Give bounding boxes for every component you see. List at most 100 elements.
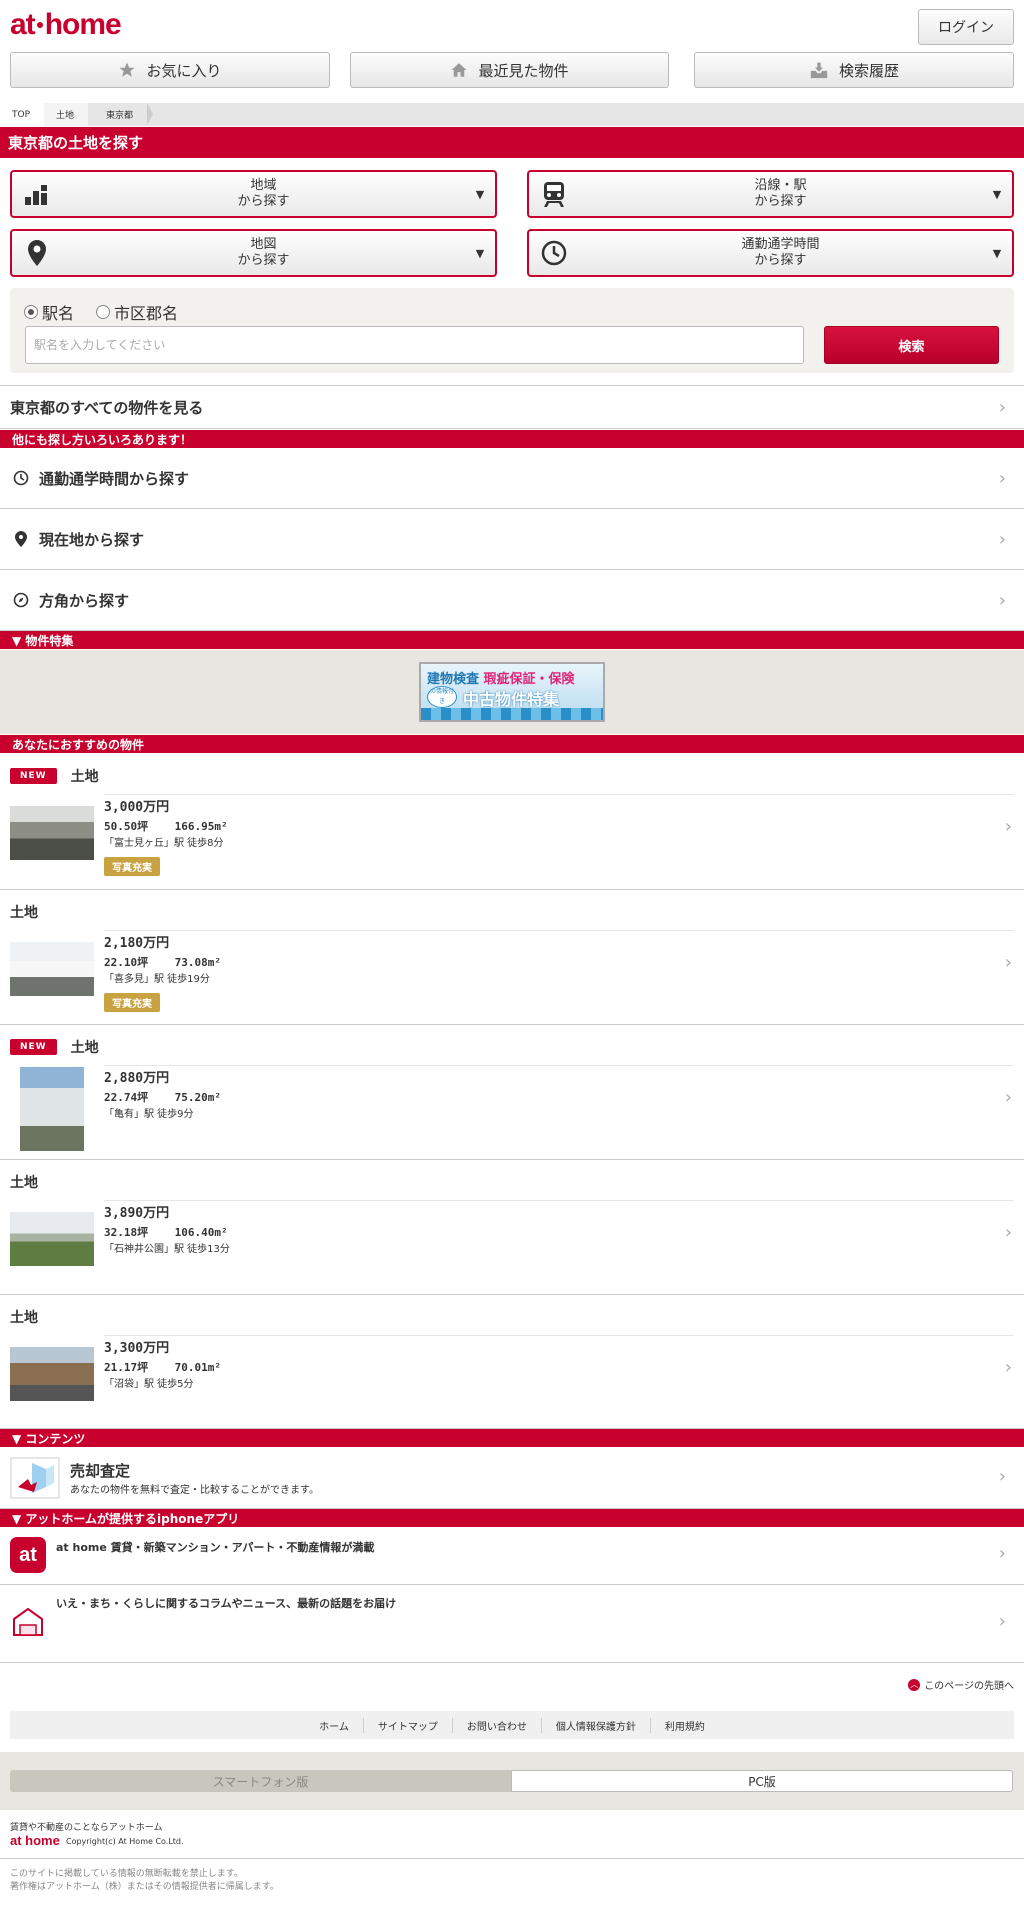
region-bars-icon <box>25 185 47 205</box>
radio-city[interactable]: 市区郡名 <box>96 300 178 324</box>
recent-label: 最近見た物件 <box>478 61 569 80</box>
other-way-direction[interactable]: 方角から探す › <box>0 570 1024 631</box>
sell-assessment-title: 売却査定 <box>70 1462 131 1480</box>
property-card[interactable]: NEW 土地 2,880万円 22.74坪 75.20m² 「亀有」駅 徒歩9分… <box>0 1025 1024 1160</box>
property-area: 21.17坪 70.01m² <box>104 1361 221 1374</box>
footer-link-privacy[interactable]: 個人情報保護方針 <box>540 1717 650 1733</box>
property-area: 22.74坪 75.20m² <box>104 1091 221 1104</box>
feature-title: ▼ 物件特集 <box>0 631 1024 649</box>
back-to-top-link[interactable]: ︿ このページの先頭へ <box>908 1677 1014 1692</box>
property-station: 「喜多見」駅 徒歩19分 <box>104 974 210 985</box>
station-search-input[interactable] <box>25 326 804 364</box>
search-submit-button[interactable]: 検索 <box>824 326 999 364</box>
other-way-commute[interactable]: 通勤通学時間から探す › <box>0 448 1024 509</box>
property-head: NEW 土地 <box>10 1037 99 1057</box>
radio-station[interactable]: 駅名 <box>24 300 74 324</box>
footer-link-sitemap[interactable]: サイトマップ <box>362 1717 452 1733</box>
breadcrumb-tokyo: 東京都 <box>88 103 154 126</box>
map-pin-icon <box>28 240 46 266</box>
property-card[interactable]: 土地 3,300万円 21.17坪 70.01m² 「沼袋」駅 徒歩5分 › <box>0 1295 1024 1429</box>
app-column-link[interactable]: いえ・まち・くらしに関するコラムやニュース、最新の話題をお届け › <box>0 1585 1024 1663</box>
property-price: 3,300万円 <box>104 1341 170 1356</box>
favorites-label: お気に入り <box>146 61 222 80</box>
radio-circle[interactable] <box>96 305 110 319</box>
property-info: 3,300万円 21.17坪 70.01m² 「沼袋」駅 徒歩5分 <box>104 1339 221 1393</box>
footer-link-terms[interactable]: 利用規約 <box>649 1717 719 1733</box>
region-label-1: 地域 <box>250 178 277 193</box>
star-icon <box>119 62 135 77</box>
history-button[interactable]: 検索履歴 <box>694 52 1014 88</box>
chevron-right-icon: › <box>998 1466 1006 1487</box>
compass-icon <box>13 592 29 608</box>
other-way-location[interactable]: 現在地から探す › <box>0 509 1024 570</box>
sell-assessment-link[interactable]: 売却査定 あなたの物件を無料で査定・比較することができます。 › <box>0 1448 1024 1509</box>
property-head: 土地 <box>10 1172 38 1192</box>
login-button[interactable]: ログイン <box>918 9 1014 45</box>
chevron-right-icon: › <box>1004 1222 1012 1243</box>
banner-houses-graphic <box>421 708 603 720</box>
footer-links: ホーム サイトマップ お問い合わせ 個人情報保護方針 利用規約 <box>10 1711 1014 1739</box>
clock-icon <box>541 240 567 266</box>
footer-tagline: 賃貸や不動産のことならアットホーム <box>10 1823 163 1833</box>
breadcrumb: TOP 土地 東京都 <box>0 103 1024 126</box>
recent-button[interactable]: 最近見た物件 <box>350 52 669 88</box>
radio-circle-checked[interactable] <box>24 305 38 319</box>
other-way-direction-label: 方角から探す <box>39 591 130 610</box>
banner-title-a: 建物検査 <box>427 672 480 687</box>
favorites-button[interactable]: お気に入り <box>10 52 330 88</box>
property-type: 土地 <box>10 1175 38 1191</box>
property-type: 土地 <box>70 769 99 785</box>
property-area: 22.10坪 73.08m² <box>104 956 221 969</box>
apps-title: ▼ アットホームが提供するiphoneアプリ <box>0 1509 1024 1527</box>
property-info: 3,000万円 50.50坪 166.95m² 「富士見ヶ丘」駅 徒歩8分 写真… <box>104 798 228 876</box>
chevron-right-icon: › <box>1004 1357 1012 1378</box>
map-pin-icon <box>15 531 27 547</box>
property-price: 2,180万円 <box>104 936 170 951</box>
property-price: 2,880万円 <box>104 1071 170 1086</box>
footer-link-home[interactable]: ホーム <box>305 1718 363 1733</box>
search-by-line-button[interactable]: 沿線・駅 から探す ▼ <box>527 170 1014 218</box>
search-by-commute-button[interactable]: 通勤通学時間 から探す ▼ <box>527 229 1014 277</box>
pc-version-button[interactable]: PC版 <box>511 1770 1013 1792</box>
athome-app-icon: at <box>10 1537 46 1573</box>
smartphone-version-button[interactable]: スマートフォン版 <box>10 1770 511 1792</box>
radio-station-label: 駅名 <box>42 304 75 323</box>
property-divider <box>104 794 1014 795</box>
all-properties-link[interactable]: 東京都のすべての物件を見る › <box>0 385 1024 429</box>
property-card[interactable]: NEW 土地 3,000万円 50.50坪 166.95m² 「富士見ヶ丘」駅 … <box>0 754 1024 890</box>
property-photo <box>10 1212 94 1266</box>
clock-icon <box>13 470 29 486</box>
inbox-download-icon <box>810 62 828 79</box>
breadcrumb-land[interactable]: 土地 <box>44 103 95 126</box>
property-card[interactable]: 土地 2,180万円 22.10坪 73.08m² 「喜多見」駅 徒歩19分 写… <box>0 890 1024 1025</box>
property-head: 土地 <box>10 902 38 922</box>
chevron-right-icon: › <box>998 589 1006 611</box>
chevron-right-icon: › <box>998 467 1006 489</box>
property-price: 3,890万円 <box>104 1206 170 1221</box>
footer-logo[interactable]: at home <box>10 1833 60 1848</box>
property-station: 「富士見ヶ丘」駅 徒歩8分 <box>104 838 224 849</box>
property-divider <box>104 1335 1014 1336</box>
banner-title: 建物検査 瑕疵保証・保険 <box>427 668 575 687</box>
property-info: 3,890万円 32.18坪 106.40m² 「石神井公園」駅 徒歩13分 <box>104 1204 230 1258</box>
copyright-text: Copyright(c) At Home Co.Ltd. <box>66 1837 184 1846</box>
caret-down-icon: ▼ <box>475 187 485 201</box>
property-divider <box>104 930 1014 931</box>
athome-logo[interactable]: at home <box>10 8 122 42</box>
search-by-map-button[interactable]: 地図 から探す ▼ <box>10 229 497 277</box>
caret-down-icon: ▼ <box>992 187 1002 201</box>
feature-banner[interactable]: 建物検査 瑕疵保証・保険 の情報付き 中古物件特集 <box>419 662 605 722</box>
search-by-region-button[interactable]: 地域 から探す ▼ <box>10 170 497 218</box>
all-properties-label: 東京都のすべての物件を見る <box>10 398 204 417</box>
property-station: 「沼袋」駅 徒歩5分 <box>104 1379 194 1390</box>
property-info: 2,180万円 22.10坪 73.08m² 「喜多見」駅 徒歩19分 写真充実 <box>104 934 221 1012</box>
property-info: 2,880万円 22.74坪 75.20m² 「亀有」駅 徒歩9分 <box>104 1069 221 1123</box>
chevron-up-icon: ︿ <box>908 1678 921 1691</box>
property-divider <box>104 1065 1014 1066</box>
property-card[interactable]: 土地 3,890万円 32.18坪 106.40m² 「石神井公園」駅 徒歩13… <box>0 1160 1024 1295</box>
property-area: 32.18坪 106.40m² <box>104 1226 228 1239</box>
footer-link-contact[interactable]: お問い合わせ <box>451 1717 541 1733</box>
breadcrumb-top[interactable]: TOP <box>0 103 51 126</box>
banner-title-b: 瑕疵保証・保険 <box>483 672 575 687</box>
app-athome-link[interactable]: at at home 賃貸・新築マンション・アパート・不動産情報が満載 › <box>0 1528 1024 1585</box>
